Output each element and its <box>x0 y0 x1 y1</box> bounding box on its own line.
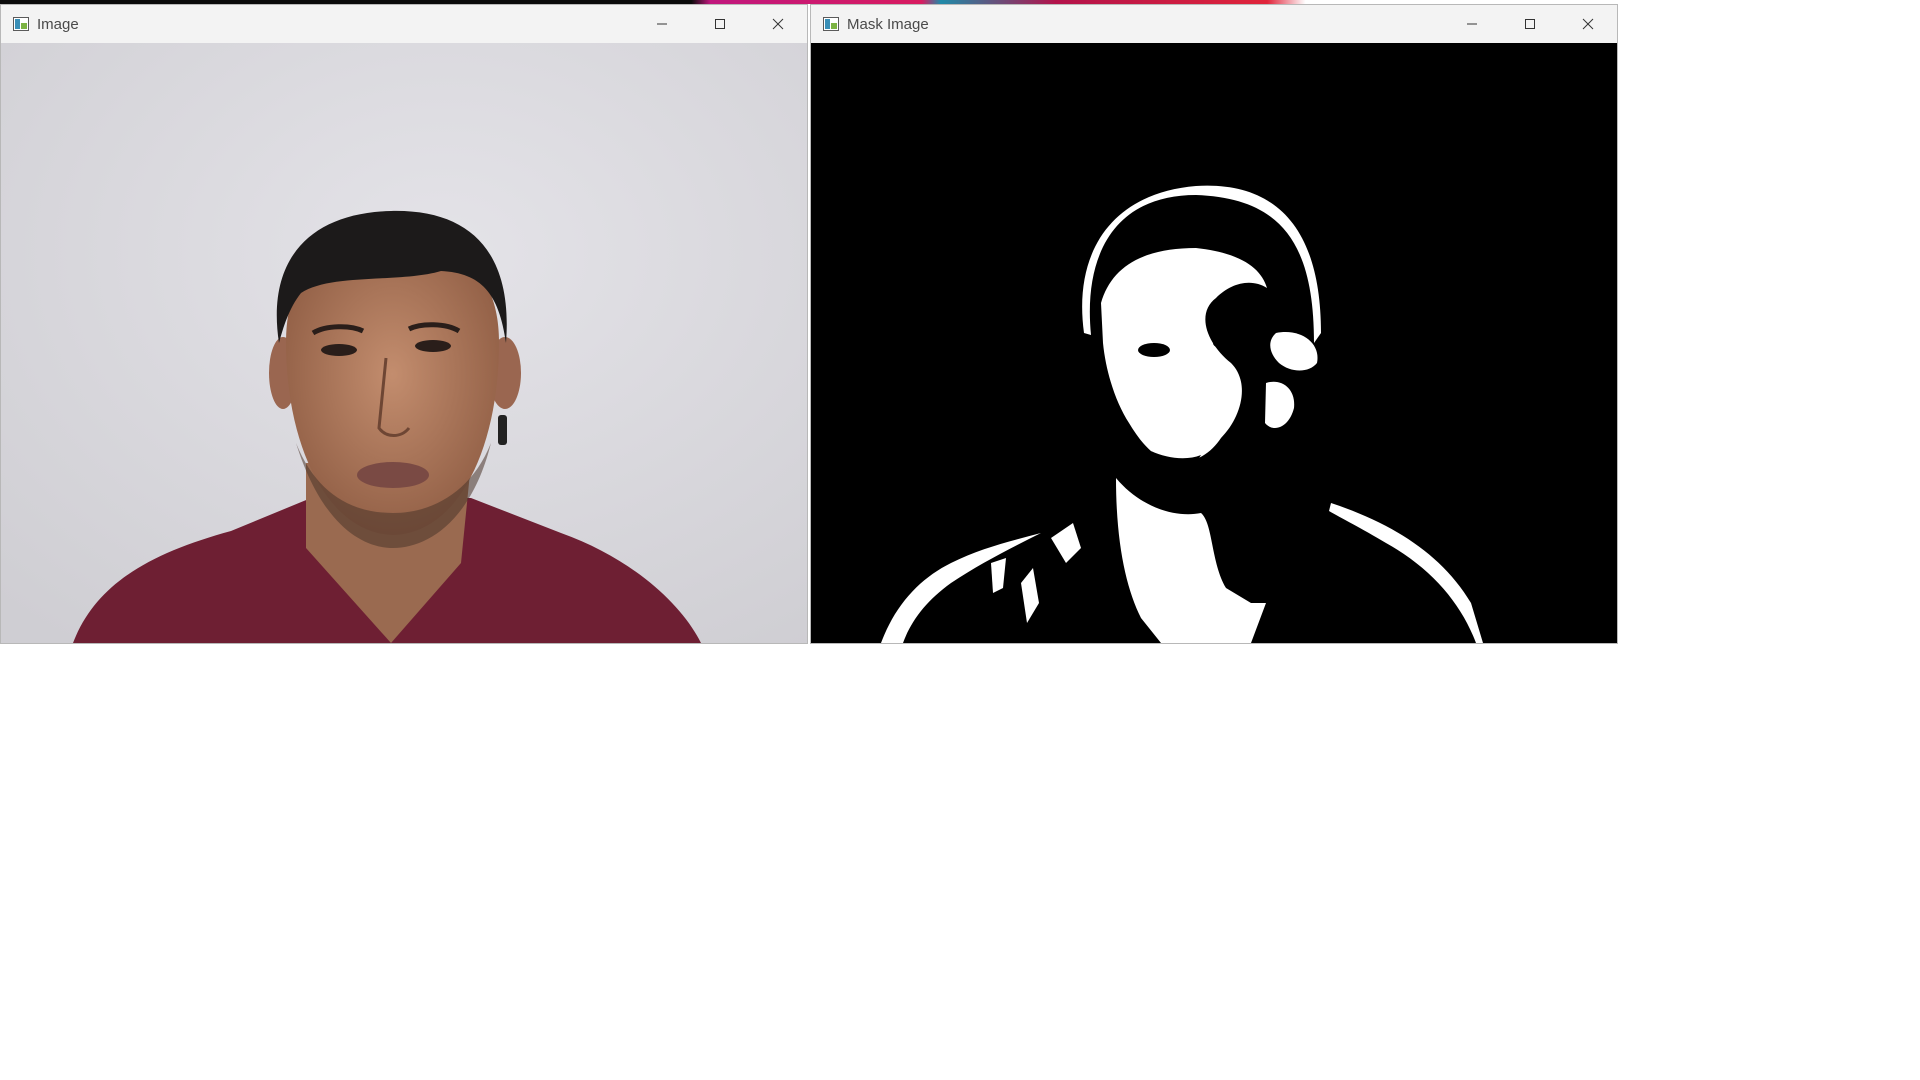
image-window[interactable]: Image <box>0 4 808 644</box>
close-icon <box>1582 18 1594 30</box>
minimize-button[interactable] <box>633 5 691 43</box>
image-window-titlebar[interactable]: Image <box>1 5 807 43</box>
window-controls <box>633 5 807 43</box>
webcam-image <box>1 43 807 643</box>
minimize-icon <box>657 23 667 25</box>
close-button[interactable] <box>1559 5 1617 43</box>
close-icon <box>772 18 784 30</box>
minimize-button[interactable] <box>1443 5 1501 43</box>
mask-image <box>811 43 1617 643</box>
maximize-button[interactable] <box>1501 5 1559 43</box>
maximize-icon <box>715 19 725 29</box>
window-title: Image <box>37 15 79 33</box>
mask-window-titlebar[interactable]: Mask Image <box>811 5 1617 43</box>
window-controls <box>1443 5 1617 43</box>
minimize-icon <box>1467 23 1477 25</box>
maximize-icon <box>1525 19 1535 29</box>
mask-image-window[interactable]: Mask Image <box>810 4 1618 644</box>
window-title: Mask Image <box>847 15 929 33</box>
maximize-button[interactable] <box>691 5 749 43</box>
app-icon <box>823 17 839 31</box>
close-button[interactable] <box>749 5 807 43</box>
app-icon <box>13 17 29 31</box>
